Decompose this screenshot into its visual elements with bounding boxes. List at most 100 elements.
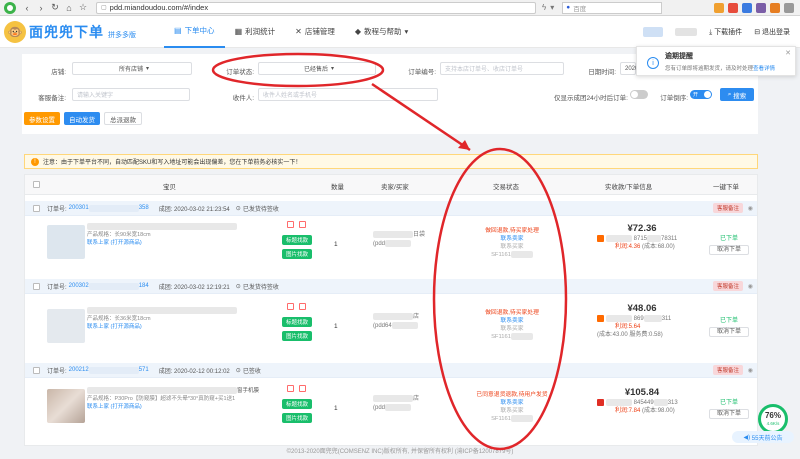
- home-icon[interactable]: ⌂: [62, 3, 76, 13]
- extension-icon[interactable]: [714, 2, 724, 13]
- announcement-button[interactable]: ◀) 55天前公告: [732, 431, 794, 443]
- order-no-link[interactable]: 200302: [69, 283, 89, 289]
- nav-profit-stats[interactable]: ▦ 利润统计: [225, 16, 286, 48]
- address-bar[interactable]: ▢ pdd.miandoudou.com/#/index: [96, 1, 536, 14]
- nav-shop-management[interactable]: ✕ 店铺管理: [285, 16, 345, 48]
- open-product-link[interactable]: (打开源商品): [111, 240, 142, 246]
- receiver-input[interactable]: 收件人姓名或手机号: [258, 88, 438, 101]
- order-no-link[interactable]: 200301: [69, 205, 89, 211]
- menu-icon[interactable]: [784, 2, 794, 13]
- col-one-click: 一键下单: [713, 184, 739, 191]
- close-icon[interactable]: ✕: [785, 49, 791, 57]
- dropdown-icon[interactable]: ▾: [550, 3, 554, 12]
- open-product-link[interactable]: (打开源商品): [111, 404, 142, 410]
- param-settings-label: 参数设置: [29, 116, 55, 124]
- redacted: [385, 240, 412, 248]
- contact-seller-link[interactable]: 联系卖家: [500, 236, 523, 242]
- order-checkbox[interactable]: [33, 283, 40, 290]
- product-thumbnail[interactable]: [47, 389, 85, 423]
- contact-buyer-link[interactable]: 联系买家: [500, 244, 523, 250]
- col-trade-status: 交易状态: [493, 184, 519, 191]
- order-status-value: 已经售后: [303, 67, 328, 73]
- search-engine-label: 百度: [573, 5, 587, 13]
- order-checkbox[interactable]: [33, 205, 40, 212]
- redacted: [643, 315, 662, 322]
- image-find-button[interactable]: 图片找款: [282, 413, 312, 423]
- contact-seller-link[interactable]: 联系卖家: [500, 318, 523, 324]
- edit-icon[interactable]: [287, 221, 294, 228]
- order-status-select[interactable]: 已经售后 ▾: [258, 62, 376, 75]
- lightning-icon[interactable]: ϟ: [542, 3, 546, 12]
- popup-message: 您有订单即将逾期发货，请及时处理: [665, 66, 754, 72]
- title-find-button[interactable]: 标题找款: [282, 235, 312, 245]
- extension-icon[interactable]: [770, 2, 780, 13]
- contact-seller-link[interactable]: 联系上家: [87, 324, 109, 330]
- order-sort-toggle[interactable]: 开: [690, 90, 712, 99]
- platform-logo-icon: [597, 399, 604, 406]
- cancel-order-button[interactable]: 取消下单: [709, 327, 749, 337]
- extension-icon[interactable]: [728, 2, 738, 13]
- auto-ship-button[interactable]: 自动发货: [64, 112, 100, 125]
- eye-icon[interactable]: ◉: [748, 367, 753, 374]
- reload-icon[interactable]: ↻: [48, 2, 62, 13]
- order-no-input[interactable]: 支持本店订单号、收店订单号: [440, 62, 564, 75]
- logout-link[interactable]: ⊟ 退出登录: [754, 27, 790, 37]
- ship-status: 已发货待签收: [242, 206, 279, 213]
- open-product-link[interactable]: (打开源商品): [111, 324, 142, 330]
- batch-refund-button[interactable]: 总派退款: [104, 112, 142, 125]
- edit-icon[interactable]: [287, 303, 294, 310]
- cancel-order-button[interactable]: 取消下单: [709, 409, 749, 419]
- order-checkbox[interactable]: [33, 367, 40, 374]
- product-info: 产品规格：长90米宽18cm 联系上家 (打开源商品): [87, 223, 237, 247]
- download-plugin-link[interactable]: ⤓ 下载插件: [709, 27, 742, 37]
- star-icon[interactable]: ☆: [76, 2, 90, 13]
- product-thumbnail[interactable]: [47, 309, 85, 343]
- ordered-status: 已下单: [719, 400, 738, 406]
- announcement-label: 55天前公告: [751, 435, 783, 442]
- remark-input[interactable]: 请输入关键字: [72, 88, 190, 101]
- back-icon[interactable]: ‹: [20, 3, 34, 13]
- only-24h-toggle[interactable]: [630, 90, 648, 99]
- title-find-button[interactable]: 标题找款: [282, 317, 312, 327]
- remark-badge[interactable]: 客服备注: [712, 203, 743, 213]
- nav-label: 利润统计: [245, 27, 276, 36]
- redacted: [373, 313, 413, 320]
- forward-icon[interactable]: ›: [34, 3, 48, 13]
- order-no-link[interactable]: 200212: [69, 367, 89, 373]
- eye-icon[interactable]: ◉: [748, 283, 753, 290]
- popup-detail-link[interactable]: 查看详情: [753, 66, 775, 72]
- title-find-button[interactable]: 标题找款: [282, 399, 312, 409]
- image-find-button[interactable]: 图片找款: [282, 331, 312, 341]
- progress-badge[interactable]: 76% 4.6K/s: [758, 404, 788, 434]
- extension-icon[interactable]: [756, 2, 766, 13]
- time-input[interactable]: 2020: [620, 62, 638, 75]
- search-button-label: 搜索: [733, 92, 747, 100]
- contact-buyer-link[interactable]: 联系买家: [500, 408, 523, 414]
- map-pin-icon: ⊙: [235, 283, 241, 290]
- user-avatar[interactable]: [643, 26, 664, 37]
- product-spec: 产品规格：长90米宽18cm: [87, 232, 151, 238]
- shop-select[interactable]: 所有店铺 ▾: [72, 62, 192, 75]
- contact-seller-link[interactable]: 联系卖家: [500, 400, 523, 406]
- edit-icon[interactable]: [287, 385, 294, 392]
- chart-icon: ▦: [234, 27, 243, 36]
- contact-buyer-link[interactable]: 联系买家: [500, 326, 523, 332]
- nav-help[interactable]: ◆ 教程与帮助 ▾: [345, 16, 418, 48]
- eye-icon[interactable]: ◉: [748, 205, 753, 212]
- contact-seller-link[interactable]: 联系上家: [87, 240, 109, 246]
- param-settings-button[interactable]: 参数设置: [24, 112, 60, 125]
- extension-icon[interactable]: [742, 2, 752, 13]
- image-find-button[interactable]: 图片找款: [282, 249, 312, 259]
- remark-badge[interactable]: 客服备注: [712, 281, 743, 291]
- contact-seller-link[interactable]: 联系上家: [87, 404, 109, 410]
- copy-icon[interactable]: [299, 303, 306, 310]
- copy-icon[interactable]: [299, 221, 306, 228]
- remark-badge[interactable]: 客服备注: [712, 365, 743, 375]
- cancel-order-button[interactable]: 取消下单: [709, 245, 749, 255]
- product-thumbnail[interactable]: [47, 225, 85, 259]
- nav-order-center[interactable]: ▤ 下单中心: [164, 16, 225, 48]
- browser-search-input[interactable]: ● 百度: [562, 1, 663, 14]
- copy-icon[interactable]: [299, 385, 306, 392]
- select-all-checkbox[interactable]: [33, 181, 40, 188]
- search-button[interactable]: ⌕ 搜索: [720, 88, 754, 101]
